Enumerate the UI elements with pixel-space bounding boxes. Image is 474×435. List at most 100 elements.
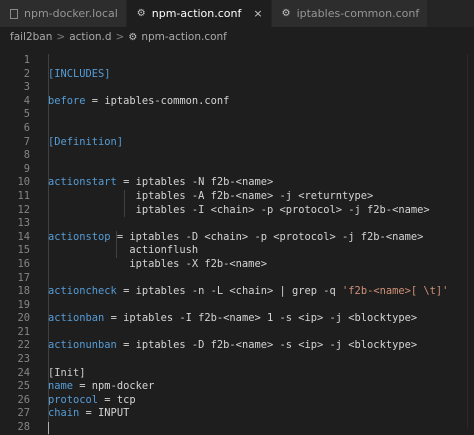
code-line: 16 iptables -X f2b-<name> [0, 257, 474, 272]
breadcrumb-item-fail2ban[interactable]: fail2ban [10, 31, 52, 43]
indent-guide [48, 81, 49, 95]
code-line: 6 [0, 121, 474, 136]
breadcrumb-item-action-d[interactable]: action.d [69, 31, 111, 43]
line-number: 11 [17, 189, 30, 202]
code-line: 7 [Definition] [0, 135, 474, 150]
code-editor[interactable]: 1 2 [INCLUDES] 3 4 before = iptables-common.c… [0, 54, 474, 435]
code-line: 13 [0, 217, 474, 231]
breadcrumb: fail2ban > action.d > ⚙ npm-action.conf [0, 27, 474, 47]
scrollbar-track[interactable] [467, 54, 468, 428]
code-token: = iptables -D <chain> -p <protocol> -j f… [110, 230, 424, 243]
close-icon[interactable]: × [253, 7, 262, 20]
code-text: actioncheck = iptables -n -L <chain> | g… [48, 285, 448, 299]
line-number: 3 [23, 81, 30, 94]
indent-guide [48, 149, 49, 163]
line-number: 7 [23, 135, 30, 148]
code-line: 3 [0, 81, 474, 95]
tab-npm-action-conf[interactable]: ⚙ npm-action.conf × [126, 0, 272, 27]
code-token: actionstart [48, 176, 117, 189]
code-text: actionunban = iptables -D f2b-<name> -s … [48, 339, 417, 353]
breadcrumb-item-file[interactable]: npm-action.conf [141, 31, 227, 43]
code-token: actionflush [48, 244, 199, 257]
tab-label: npm-docker.local [24, 7, 118, 20]
code-token: = iptables-common.conf [85, 94, 230, 107]
line-number: 25 [17, 380, 30, 393]
code-token: iptables -X f2b-<name> [48, 257, 267, 270]
code-line: 23 [0, 353, 474, 367]
indent-guide [48, 353, 49, 367]
code-text: [Init] [48, 367, 86, 381]
code-line: 25 name = npm-docker [0, 380, 474, 394]
breadcrumb-separator: > [56, 31, 66, 43]
file-icon [10, 8, 18, 19]
code-line: 14 actionstop = iptables -D <chain> -p <p… [0, 230, 474, 245]
code-token: actionunban [48, 339, 117, 352]
line-number: 8 [23, 149, 30, 162]
code-line: 5 [0, 108, 474, 122]
code-text: actionban = iptables -I f2b-<name> 1 -s … [48, 312, 417, 326]
line-number: 22 [17, 339, 30, 352]
code-text: before = iptables-common.conf [48, 95, 229, 109]
breadcrumb-separator: > [115, 31, 125, 43]
line-number: 1 [23, 54, 30, 66]
code-token: protocol [48, 393, 99, 406]
code-line: 20 actionban = iptables -I f2b-<name> 1 -… [0, 312, 474, 326]
code-line: 9 [0, 162, 474, 177]
gear-icon: ⚙ [281, 8, 291, 19]
line-number: 19 [17, 298, 30, 311]
code-token: [Init] [48, 366, 86, 379]
line-number: 5 [23, 108, 30, 121]
indent-guide [48, 271, 49, 286]
tab-label: iptables-common.conf [296, 7, 420, 20]
line-number: 2 [23, 67, 30, 80]
code-text: [Definition] [48, 136, 123, 150]
code-text: iptables -X f2b-<name> [48, 258, 267, 272]
line-number: 21 [17, 325, 30, 338]
indent-guide [48, 217, 49, 231]
line-number: 15 [17, 244, 30, 257]
code-line: 10 actionstart = iptables -N f2b-<name> [0, 176, 474, 190]
line-number: 18 [17, 285, 30, 298]
text-cursor [48, 422, 49, 435]
line-number: 23 [17, 353, 30, 366]
line-number: 24 [17, 366, 30, 379]
indent-guide [48, 121, 49, 136]
code-text: iptables -I <chain> -p <protocol> -j f2b… [48, 204, 430, 218]
code-line: 21 [0, 325, 474, 340]
gear-icon: ⚙ [128, 31, 138, 43]
line-number: 26 [17, 393, 30, 406]
code-line: 17 [0, 271, 474, 286]
indent-guide [48, 108, 49, 122]
line-number: 16 [17, 257, 30, 270]
code-line: 26 protocol = tcp [0, 393, 474, 408]
code-token: = iptables -I f2b-<name> 1 -s <ip> -j <b… [104, 312, 418, 325]
code-line: 22 actionunban = iptables -D f2b-<name> -… [0, 339, 474, 354]
code-token: = iptables -D f2b-<name> -s <ip> -j <blo… [116, 339, 418, 352]
code-line: 2 [INCLUDES] [0, 67, 474, 82]
tab-iptables-common-conf[interactable]: ⚙ iptables-common.conf [271, 0, 429, 27]
code-text: protocol = tcp [48, 394, 136, 408]
code-text: chain = INPUT [48, 407, 129, 421]
indent-guide [48, 298, 49, 313]
code-text: actionflush [48, 244, 198, 258]
code-line: 11 iptables -A f2b-<name> -j <returntype… [0, 189, 474, 204]
code-text: name = npm-docker [48, 380, 154, 394]
indent-guide [48, 54, 49, 68]
code-token: chain [48, 407, 80, 420]
tab-npm-docker-local[interactable]: npm-docker.local [0, 0, 127, 27]
code-line: 27 chain = INPUT [0, 407, 474, 422]
line-number: 10 [17, 176, 30, 189]
indent-guide [48, 325, 49, 340]
code-text: iptables -A f2b-<name> -j <returntype> [48, 190, 374, 204]
line-number: 13 [17, 217, 30, 230]
code-token: actionstop [48, 230, 111, 243]
tab-bar: npm-docker.local ⚙ npm-action.conf × ⚙ i… [0, 0, 474, 27]
code-token: iptables -I <chain> -p <protocol> -j f2b… [48, 203, 430, 216]
line-number: 27 [17, 407, 30, 420]
code-text: actionstop = iptables -D <chain> -p <pro… [48, 231, 423, 245]
code-line: 15 actionflush [0, 244, 474, 258]
code-token: actioncheck [48, 285, 117, 298]
code-token: = npm-docker [73, 380, 155, 393]
code-line: 18 actioncheck = iptables -n -L <chain> |… [0, 285, 474, 299]
line-number: 14 [17, 230, 30, 243]
